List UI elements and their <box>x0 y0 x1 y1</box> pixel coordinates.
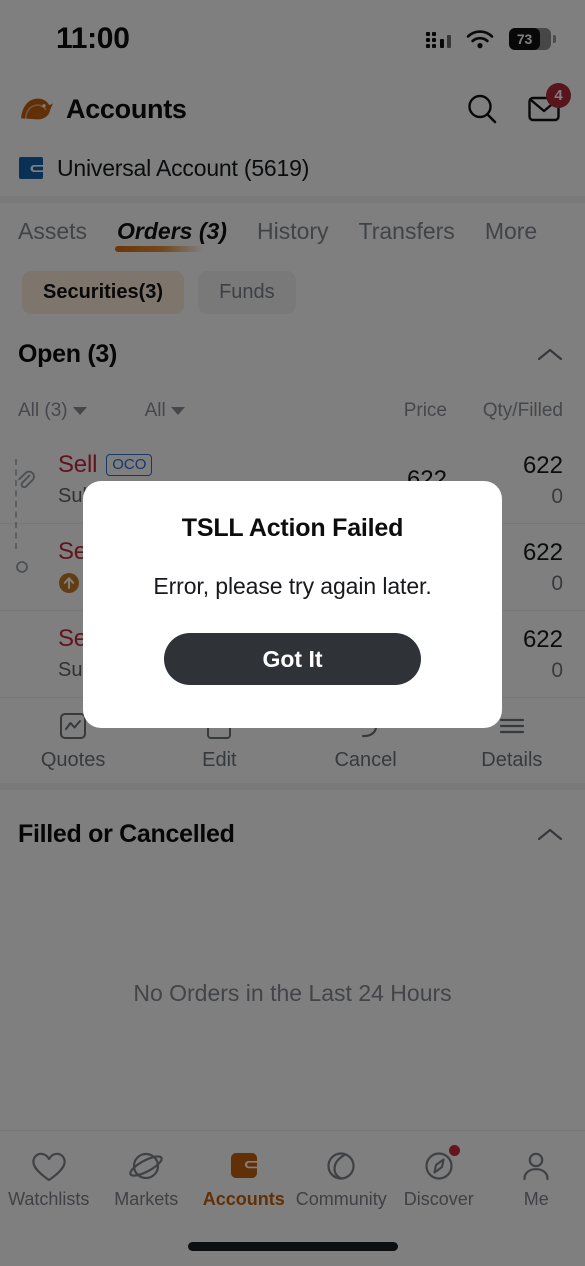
dialog-title: TSLL Action Failed <box>181 514 404 542</box>
error-dialog: TSLL Action Failed Error, please try aga… <box>83 481 502 728</box>
dialog-message: Error, please try again later. <box>153 573 432 599</box>
got-it-button[interactable]: Got It <box>164 633 421 685</box>
